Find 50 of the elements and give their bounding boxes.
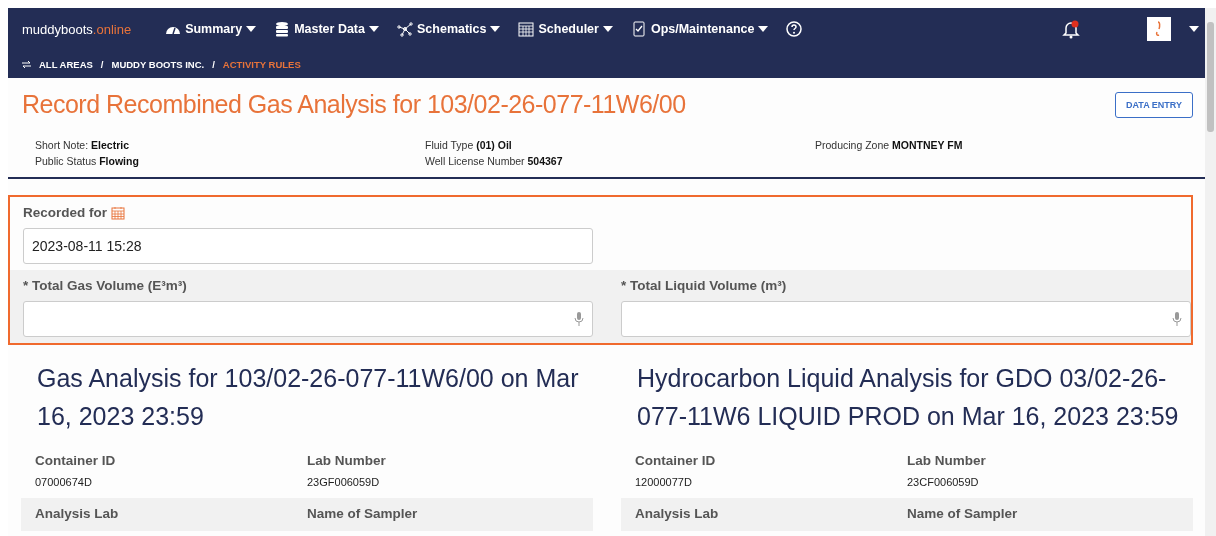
input-field[interactable] xyxy=(23,301,593,337)
nav-menu[interactable]: Scheduler xyxy=(518,21,613,37)
field-label: Analysis Lab xyxy=(35,506,120,521)
microphone-icon[interactable] xyxy=(1172,312,1182,326)
field-label: Recorded for xyxy=(23,205,107,220)
nav-menu[interactable]: Summary xyxy=(165,21,257,37)
info-text: Well License Number 504367 xyxy=(425,155,564,167)
nav-menu[interactable]: Master Data xyxy=(274,21,379,37)
swap-icon xyxy=(22,60,31,68)
scrollbar[interactable] xyxy=(1205,8,1216,536)
field-label: Analysis Lab xyxy=(635,506,720,521)
field-label: Name of Sampler xyxy=(307,506,419,521)
field-value: 07000674D xyxy=(35,476,93,488)
help-icon[interactable] xyxy=(786,21,803,37)
field-value: 12000077D xyxy=(635,476,693,488)
field-label: * Total Liquid Volume (m³) xyxy=(621,278,787,293)
calendar-icon xyxy=(518,21,535,37)
field-value: 23GF006059D xyxy=(307,476,381,488)
info-text: Public Status Flowing xyxy=(35,155,140,167)
field-label: * Total Gas Volume (E³m³) xyxy=(23,278,187,293)
breadcrumb-link[interactable]: MUDDY BOOTS INC. xyxy=(111,58,205,70)
page-title: Record Recombined Gas Analysis for 103/02-26-077-11W6/00 xyxy=(22,90,686,119)
caret-icon xyxy=(1189,26,1199,32)
breadcrumb-link[interactable]: ALL AREAS xyxy=(39,58,93,70)
field-value: 23CF006059D xyxy=(907,476,980,488)
field-label: Container ID xyxy=(635,453,717,468)
data-entry-button[interactable]: DATA ENTRY xyxy=(1115,92,1193,118)
breadcrumb-separator: / xyxy=(100,58,104,70)
database-icon xyxy=(274,21,291,37)
info-text: Producing Zone MONTNEY FM xyxy=(815,139,964,151)
field-label: Name of Sampler xyxy=(907,506,1019,521)
field-label: Lab Number xyxy=(907,453,987,468)
input-field[interactable] xyxy=(621,301,1191,337)
nav-menu[interactable]: Ops/Maintenance xyxy=(630,21,769,37)
field-label: Lab Number xyxy=(307,453,387,468)
microphone-icon[interactable] xyxy=(574,312,584,326)
brand-logo[interactable]: muddyboots.online xyxy=(22,21,132,37)
calendar-icon[interactable] xyxy=(111,205,125,220)
breadcrumb-separator: / xyxy=(212,58,215,70)
info-text: Fluid Type (01) Oil xyxy=(425,139,513,151)
info-text: Short Note: Electric xyxy=(35,139,130,151)
field-label: Container ID xyxy=(35,453,117,468)
breadcrumb-link[interactable]: ACTIVITY RULES xyxy=(222,58,301,70)
bell-icon[interactable] xyxy=(1061,19,1081,39)
network-icon xyxy=(397,21,413,37)
analysis-title: Gas Analysis for 103/02-26-077-11W6/00 on Mar 16, 2023 23:59 xyxy=(37,363,580,432)
analysis-title: Hydrocarbon Liquid Analysis for GDO 03/02-26-077-11W6 LIQUID PROD on Mar 16, 2023 23:59 xyxy=(637,363,1180,432)
input-field[interactable]: 2023-08-11 15:28 xyxy=(23,228,593,264)
checklist-icon xyxy=(630,21,647,37)
nav-menu[interactable]: Schematics xyxy=(397,21,501,37)
